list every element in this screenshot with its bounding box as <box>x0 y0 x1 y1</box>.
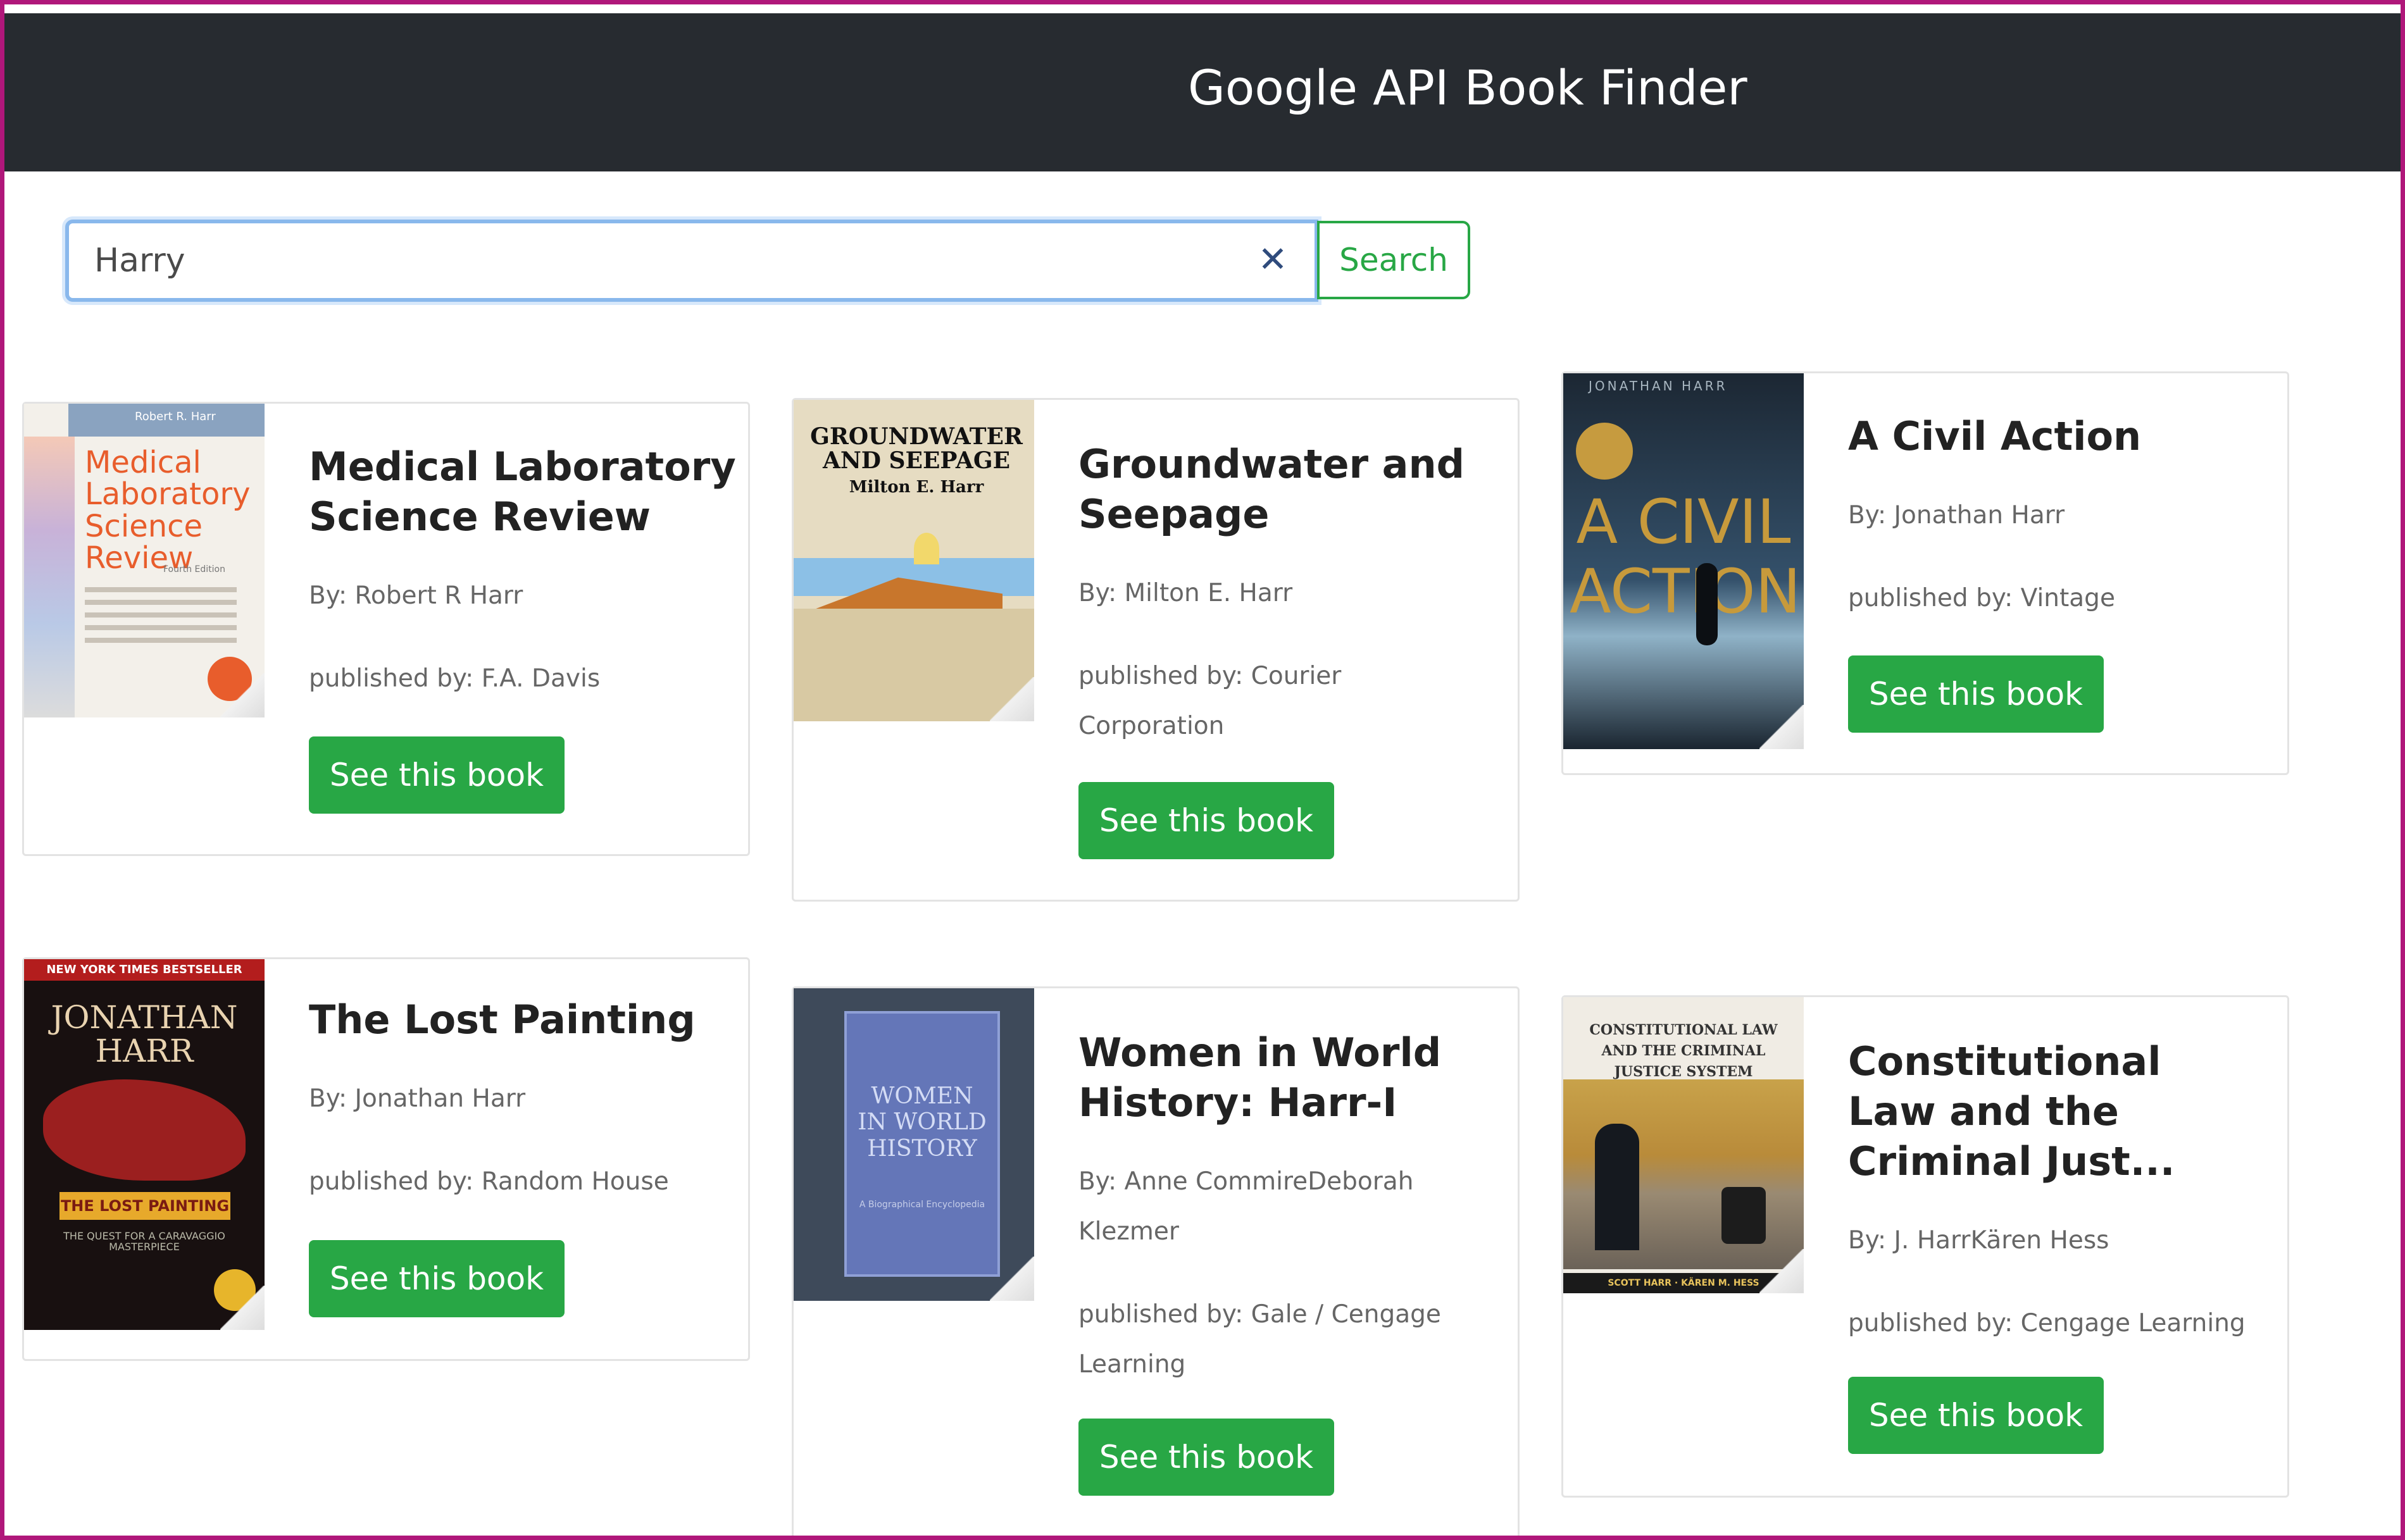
book-publisher: published by: Cengage Learning <box>1848 1309 2246 1338</box>
clear-icon[interactable]: ✕ <box>1254 241 1292 279</box>
book-cover[interactable]: GROUNDWATER AND SEEPAGE Milton E. Harr <box>794 400 1034 721</box>
book-card: JONATHAN HARR A CIVIL ACTION A Civil Act… <box>1561 371 2289 775</box>
book-authors: By: Robert R Harr <box>309 581 523 610</box>
search-input[interactable] <box>65 220 1318 302</box>
cover-title: THE LOST PAINTING <box>59 1192 230 1220</box>
search-button[interactable]: Search <box>1317 221 1470 299</box>
cover-subtitle: THE QUEST FOR A CARAVAGGIO MASTERPIECE <box>63 1230 225 1253</box>
book-authors: By: Jonathan Harr <box>1848 501 2065 530</box>
cover-banner: NEW YORK TIMES BESTSELLER <box>24 959 265 981</box>
card-body: Women in World History: Harr-I By: Anne … <box>1078 1028 1521 1389</box>
cover-title: WOMEN IN WORLD HISTORY <box>858 1083 987 1162</box>
see-this-book-button[interactable]: See this book <box>1848 1377 2104 1454</box>
see-this-book-button[interactable]: See this book <box>1078 782 1334 859</box>
cover-title: A CIVIL ACTION <box>1570 487 1801 628</box>
see-this-book-button[interactable]: See this book <box>309 736 565 814</box>
cover-title: Medical Laboratory Science Review <box>85 445 251 576</box>
card-body: Medical Laboratory Science Review By: Ro… <box>309 442 752 704</box>
see-this-book-button[interactable]: See this book <box>309 1240 565 1317</box>
book-title: Constitutional Law and the Criminal Just… <box>1848 1038 2175 1184</box>
book-authors: By: Milton E. Harr <box>1078 579 1293 607</box>
search-bar: ✕ Search <box>65 220 1473 302</box>
book-card: GROUNDWATER AND SEEPAGE Milton E. Harr G… <box>792 398 1520 902</box>
book-cover[interactable]: CONSTITUTIONAL LAW AND THE CRIMINAL JUST… <box>1563 997 1804 1293</box>
cover-subtitle: A Biographical Encyclopedia <box>859 1200 985 1210</box>
cover-author: Robert R. Harr <box>135 410 216 423</box>
book-publisher: published by: Vintage <box>1848 584 2115 612</box>
book-card: WOMEN IN WORLD HISTORY A Biographical En… <box>792 986 1521 1536</box>
cover-author: JONATHAN HARR <box>1589 378 1728 394</box>
book-cover[interactable]: WOMEN IN WORLD HISTORY A Biographical En… <box>794 988 1034 1301</box>
cover-title: CONSTITUTIONAL LAW AND THE CRIMINAL JUST… <box>1589 1022 1778 1080</box>
book-cover[interactable]: JONATHAN HARR A CIVIL ACTION <box>1563 373 1804 749</box>
book-title: The Lost Painting <box>309 997 696 1043</box>
book-title: Women in World History: Harr-I <box>1078 1029 1442 1126</box>
book-authors: By: J. HarrKären Hess <box>1848 1226 2109 1255</box>
cover-author: Milton E. Harr <box>849 478 984 497</box>
see-this-book-button[interactable]: See this book <box>1848 655 2104 733</box>
book-cover[interactable]: NEW YORK TIMES BESTSELLER JONATHAN HARR … <box>24 959 265 1330</box>
navbar: Google API Book Finder <box>4 13 2401 171</box>
book-publisher: published by: F.A. Davis <box>309 664 601 693</box>
cover-subtitle: Fourth Edition <box>163 564 225 574</box>
cover-author: SCOTT HARR · KÄREN M. HESS <box>1563 1273 1804 1293</box>
card-body: A Civil Action By: Jonathan Harr publish… <box>1848 411 2291 623</box>
book-card: Robert R. Harr Medical Laboratory Scienc… <box>22 402 750 856</box>
app-title: Google API Book Finder <box>1188 59 1747 116</box>
cover-title: GROUNDWATER AND SEEPAGE <box>810 423 1023 474</box>
card-body: The Lost Painting By: Jonathan Harr publ… <box>309 995 752 1207</box>
book-title: Groundwater and Seepage <box>1078 441 1465 537</box>
card-body: Groundwater and Seepage By: Milton E. Ha… <box>1078 439 1521 751</box>
see-this-book-button[interactable]: See this book <box>1078 1419 1334 1496</box>
book-cover[interactable]: Robert R. Harr Medical Laboratory Scienc… <box>24 404 265 717</box>
app-frame: Google API Book Finder ✕ Search Robert R… <box>0 0 2405 1540</box>
book-publisher: published by: Courier Corporation <box>1078 662 1342 740</box>
book-title: A Civil Action <box>1848 413 2142 459</box>
book-card: NEW YORK TIMES BESTSELLER JONATHAN HARR … <box>22 957 750 1361</box>
book-card: CONSTITUTIONAL LAW AND THE CRIMINAL JUST… <box>1561 995 2289 1498</box>
book-authors: By: Anne CommireDeborah Klezmer <box>1078 1167 1414 1246</box>
book-title: Medical Laboratory Science Review <box>309 444 736 540</box>
book-publisher: published by: Random House <box>309 1167 669 1196</box>
book-publisher: published by: Gale / Cengage Learning <box>1078 1300 1441 1379</box>
book-authors: By: Jonathan Harr <box>309 1084 526 1113</box>
card-body: Constitutional Law and the Criminal Just… <box>1848 1036 2278 1348</box>
cover-author: JONATHAN HARR <box>51 999 238 1069</box>
